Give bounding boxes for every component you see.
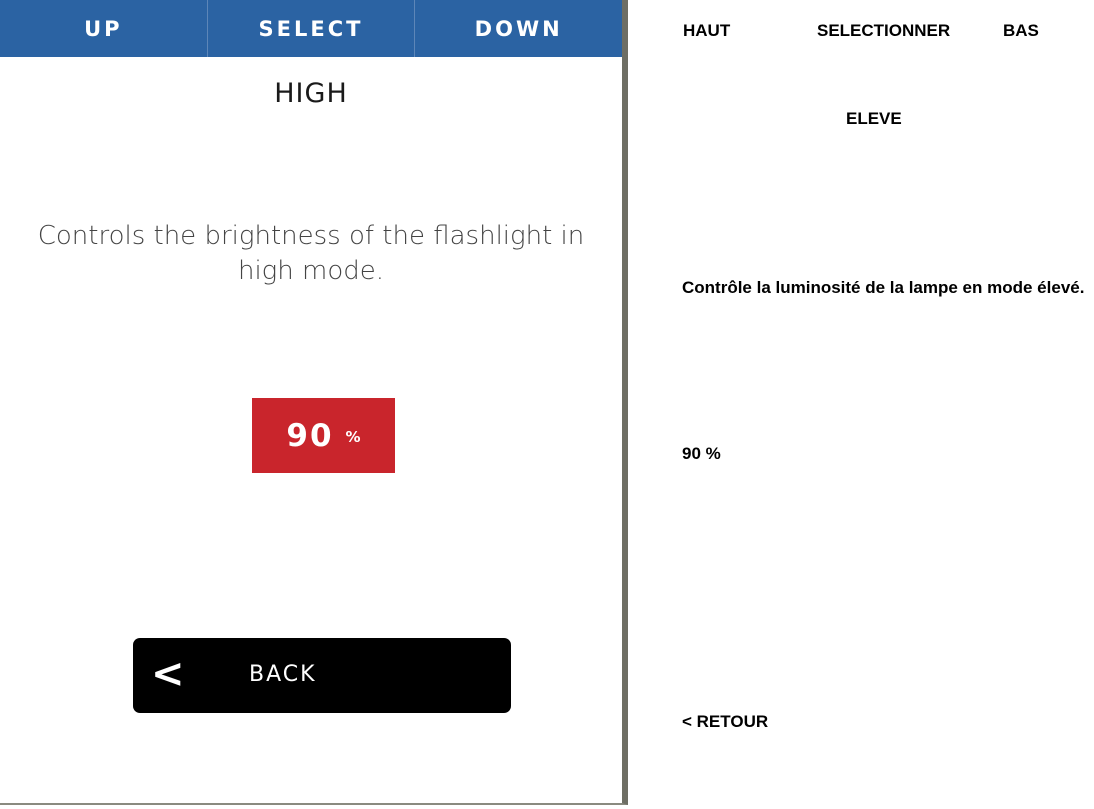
setting-title: HIGH — [274, 78, 348, 109]
brightness-value-unit: % — [345, 427, 361, 446]
back-button-label: BACK — [249, 662, 317, 687]
translation-back: < RETOUR — [682, 712, 769, 731]
translation-select: SELECTIONNER — [817, 21, 951, 40]
translation-title: ELEVE — [846, 109, 902, 128]
translation-description: Contrôle la luminosité de la lampe en mo… — [682, 278, 1085, 297]
setting-description-text: Controls the brightness of the flashligh… — [37, 221, 585, 286]
translation-down: BAS — [1003, 21, 1039, 40]
translation-up: HAUT — [683, 21, 731, 40]
translation-value: 90 % — [682, 444, 721, 463]
select-button[interactable]: SELECT — [208, 0, 416, 57]
top-button-bar: UP SELECT DOWN — [0, 0, 622, 57]
back-button[interactable]: < BACK — [133, 638, 511, 713]
brightness-value-field[interactable]: 90 % — [252, 398, 395, 473]
device-screen: UP SELECT DOWN HIGH Controls the brightn… — [0, 0, 628, 805]
up-button[interactable]: UP — [0, 0, 208, 57]
chevron-left-icon: < — [151, 651, 185, 697]
down-button[interactable]: DOWN — [415, 0, 622, 57]
setting-description: Controls the brightness of the flashligh… — [0, 219, 622, 289]
brightness-value-number: 90 — [286, 417, 334, 454]
